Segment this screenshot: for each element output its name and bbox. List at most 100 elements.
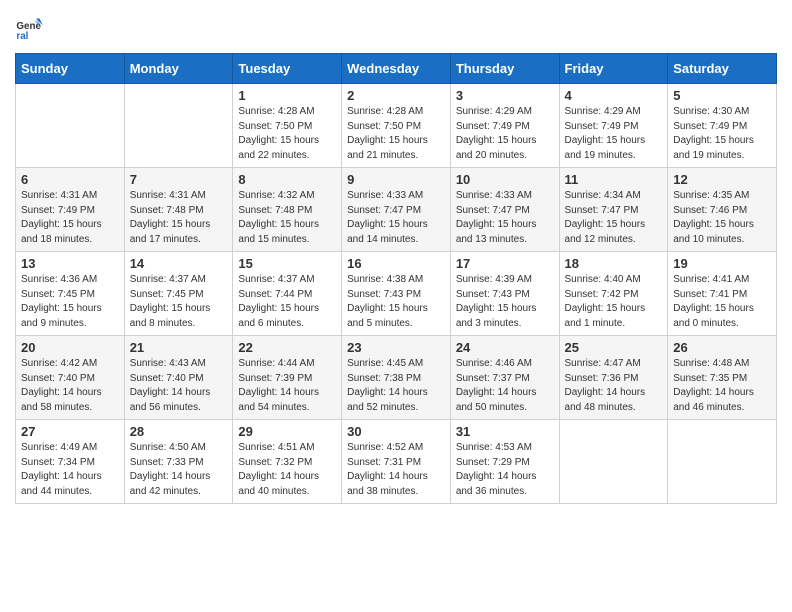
day-detail: Sunrise: 4:40 AM Sunset: 7:42 PM Dayligh… (565, 273, 663, 331)
weekday-header-saturday: Saturday (668, 54, 777, 84)
day-number: 5 (673, 88, 771, 103)
week-row-3: 13 Sunrise: 4:36 AM Sunset: 7:45 PM Dayli… (16, 252, 777, 336)
day-number: 19 (673, 256, 771, 271)
day-detail: Sunrise: 4:48 AM Sunset: 7:35 PM Dayligh… (673, 357, 771, 415)
day-cell: 16Sunrise: 4:38 AM Sunset: 7:43 PM Dayli… (342, 252, 451, 336)
day-detail: Sunrise: 4:31 AM Sunset: 7:49 PM Dayligh… (21, 189, 119, 247)
day-number: 12 (673, 172, 771, 187)
day-cell: 22 Sunrise: 4:44 AM Sunset: 7:39 PM Dayli… (233, 336, 342, 420)
day-detail: Sunrise: 4:47 AM Sunset: 7:36 PM Dayligh… (565, 357, 663, 415)
day-cell: 7 Sunrise: 4:31 AM Sunset: 7:48 PM Daylig… (124, 168, 233, 252)
day-number: 3 (456, 88, 554, 103)
day-number: 9 (347, 172, 445, 187)
day-cell: 5 Sunrise: 4:30 AM Sunset: 7:49 PM Daylig… (668, 84, 777, 168)
day-cell: 3 Sunrise: 4:29 AM Sunset: 7:49 PM Daylig… (450, 84, 559, 168)
day-number: 2 (347, 88, 445, 103)
day-cell: 11 Sunrise: 4:34 AM Sunset: 7:47 PM Dayli… (559, 168, 668, 252)
day-detail: Sunrise: 4:44 AM Sunset: 7:39 PM Dayligh… (238, 357, 336, 415)
day-cell: 28 Sunrise: 4:50 AM Sunset: 7:33 PM Dayli… (124, 420, 233, 504)
day-number: 16 (347, 256, 445, 271)
day-cell: 24 Sunrise: 4:46 AM Sunset: 7:37 PM Dayli… (450, 336, 559, 420)
week-row-4: 20Sunrise: 4:42 AM Sunset: 7:40 PM Dayli… (16, 336, 777, 420)
day-detail: Sunrise: 4:41 AM Sunset: 7:41 PM Dayligh… (673, 273, 771, 331)
day-number: 26 (673, 340, 771, 355)
day-detail: Sunrise: 4:37 AM Sunset: 7:45 PM Dayligh… (130, 273, 228, 331)
day-cell: 10 Sunrise: 4:33 AM Sunset: 7:47 PM Dayli… (450, 168, 559, 252)
day-detail: Sunrise: 4:37 AM Sunset: 7:44 PM Dayligh… (238, 273, 336, 331)
day-detail: Sunrise: 4:29 AM Sunset: 7:49 PM Dayligh… (456, 105, 554, 163)
day-number: 6 (21, 172, 119, 187)
day-detail: Sunrise: 4:28 AM Sunset: 7:50 PM Dayligh… (347, 105, 445, 163)
day-cell: 18Sunrise: 4:40 AM Sunset: 7:42 PM Dayli… (559, 252, 668, 336)
day-detail: Sunrise: 4:46 AM Sunset: 7:37 PM Dayligh… (456, 357, 554, 415)
day-number: 25 (565, 340, 663, 355)
day-cell (668, 420, 777, 504)
svg-text:ral: ral (16, 31, 28, 42)
day-number: 29 (238, 424, 336, 439)
day-cell: 19 Sunrise: 4:41 AM Sunset: 7:41 PM Dayli… (668, 252, 777, 336)
weekday-header-wednesday: Wednesday (342, 54, 451, 84)
day-number: 14 (130, 256, 228, 271)
day-cell: 31Sunrise: 4:53 AM Sunset: 7:29 PM Dayli… (450, 420, 559, 504)
weekday-header-row: SundayMondayTuesdayWednesdayThursdayFrid… (16, 54, 777, 84)
day-detail: Sunrise: 4:51 AM Sunset: 7:32 PM Dayligh… (238, 441, 336, 499)
day-detail: Sunrise: 4:31 AM Sunset: 7:48 PM Dayligh… (130, 189, 228, 247)
day-detail: Sunrise: 4:33 AM Sunset: 7:47 PM Dayligh… (456, 189, 554, 247)
day-number: 21 (130, 340, 228, 355)
week-row-5: 27 Sunrise: 4:49 AM Sunset: 7:34 PM Dayli… (16, 420, 777, 504)
day-detail: Sunrise: 4:52 AM Sunset: 7:31 PM Dayligh… (347, 441, 445, 499)
day-cell: 30 Sunrise: 4:52 AM Sunset: 7:31 PM Dayli… (342, 420, 451, 504)
day-cell: 15Sunrise: 4:37 AM Sunset: 7:44 PM Dayli… (233, 252, 342, 336)
day-cell (124, 84, 233, 168)
day-detail: Sunrise: 4:42 AM Sunset: 7:40 PM Dayligh… (21, 357, 119, 415)
day-detail: Sunrise: 4:34 AM Sunset: 7:47 PM Dayligh… (565, 189, 663, 247)
day-detail: Sunrise: 4:45 AM Sunset: 7:38 PM Dayligh… (347, 357, 445, 415)
day-number: 11 (565, 172, 663, 187)
day-number: 22 (238, 340, 336, 355)
day-cell (559, 420, 668, 504)
day-cell: 14 Sunrise: 4:37 AM Sunset: 7:45 PM Dayli… (124, 252, 233, 336)
day-detail: Sunrise: 4:30 AM Sunset: 7:49 PM Dayligh… (673, 105, 771, 163)
day-detail: Sunrise: 4:49 AM Sunset: 7:34 PM Dayligh… (21, 441, 119, 499)
day-cell: 29 Sunrise: 4:51 AM Sunset: 7:32 PM Dayli… (233, 420, 342, 504)
day-cell: 21 Sunrise: 4:43 AM Sunset: 7:40 PM Dayli… (124, 336, 233, 420)
day-cell: 9 Sunrise: 4:33 AM Sunset: 7:47 PM Daylig… (342, 168, 451, 252)
day-cell: 27 Sunrise: 4:49 AM Sunset: 7:34 PM Dayli… (16, 420, 125, 504)
day-cell: 17Sunrise: 4:39 AM Sunset: 7:43 PM Dayli… (450, 252, 559, 336)
day-cell: 2 Sunrise: 4:28 AM Sunset: 7:50 PM Daylig… (342, 84, 451, 168)
day-number: 10 (456, 172, 554, 187)
week-row-2: 6 Sunrise: 4:31 AM Sunset: 7:49 PM Daylig… (16, 168, 777, 252)
logo-icon: Gene ral (15, 15, 43, 43)
weekday-header-friday: Friday (559, 54, 668, 84)
day-detail: Sunrise: 4:32 AM Sunset: 7:48 PM Dayligh… (238, 189, 336, 247)
day-cell: 4Sunrise: 4:29 AM Sunset: 7:49 PM Daylig… (559, 84, 668, 168)
day-number: 13 (21, 256, 119, 271)
day-number: 28 (130, 424, 228, 439)
day-detail: Sunrise: 4:43 AM Sunset: 7:40 PM Dayligh… (130, 357, 228, 415)
day-cell: 8Sunrise: 4:32 AM Sunset: 7:48 PM Daylig… (233, 168, 342, 252)
day-number: 23 (347, 340, 445, 355)
day-detail: Sunrise: 4:39 AM Sunset: 7:43 PM Dayligh… (456, 273, 554, 331)
day-detail: Sunrise: 4:36 AM Sunset: 7:45 PM Dayligh… (21, 273, 119, 331)
header: Gene ral (15, 15, 777, 43)
day-number: 30 (347, 424, 445, 439)
day-cell: 26 Sunrise: 4:48 AM Sunset: 7:35 PM Dayli… (668, 336, 777, 420)
weekday-header-monday: Monday (124, 54, 233, 84)
logo: Gene ral (15, 15, 47, 43)
weekday-header-tuesday: Tuesday (233, 54, 342, 84)
day-number: 7 (130, 172, 228, 187)
day-number: 1 (238, 88, 336, 103)
day-cell: 23 Sunrise: 4:45 AM Sunset: 7:38 PM Dayli… (342, 336, 451, 420)
day-cell (16, 84, 125, 168)
day-number: 27 (21, 424, 119, 439)
day-detail: Sunrise: 4:33 AM Sunset: 7:47 PM Dayligh… (347, 189, 445, 247)
day-number: 24 (456, 340, 554, 355)
day-detail: Sunrise: 4:50 AM Sunset: 7:33 PM Dayligh… (130, 441, 228, 499)
day-cell: 13 Sunrise: 4:36 AM Sunset: 7:45 PM Dayli… (16, 252, 125, 336)
weekday-header-sunday: Sunday (16, 54, 125, 84)
day-cell: 6 Sunrise: 4:31 AM Sunset: 7:49 PM Daylig… (16, 168, 125, 252)
day-cell: 25 Sunrise: 4:47 AM Sunset: 7:36 PM Dayli… (559, 336, 668, 420)
weekday-header-thursday: Thursday (450, 54, 559, 84)
day-detail: Sunrise: 4:29 AM Sunset: 7:49 PM Dayligh… (565, 105, 663, 163)
day-detail: Sunrise: 4:28 AM Sunset: 7:50 PM Dayligh… (238, 105, 336, 163)
